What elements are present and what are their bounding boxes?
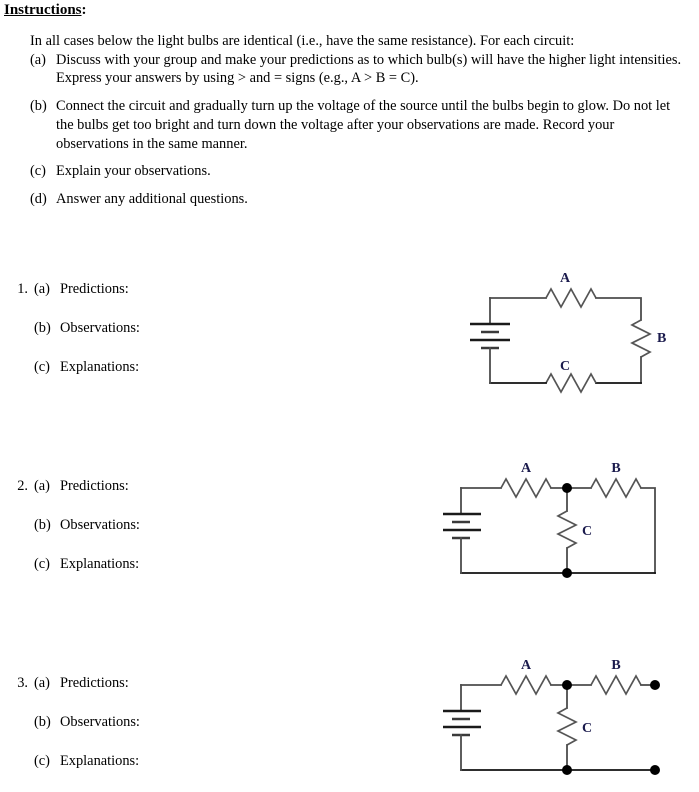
circuit-diagram-3: A B C [443, 652, 698, 792]
exercise-3: 3. (a) Predictions: (b) Observations: (c… [8, 675, 338, 792]
exercise-3-explanations-row: (c) Explanations: [34, 753, 338, 792]
instruction-item-b-marker: (b) [30, 98, 47, 115]
exercise-2-number: 2. [17, 478, 28, 494]
exercise-1-predictions-row: (a) Predictions: [34, 281, 338, 320]
instruction-item-c: (c) Explain your observations. [30, 162, 690, 181]
wire-top-right [595, 297, 642, 321]
bulb-label-b: B [611, 461, 620, 476]
exercise-2-observations-row: (b) Observations: [34, 517, 338, 556]
bulb-label-a: A [521, 461, 532, 476]
instruction-item-a: (a) Discuss with your group and make you… [30, 51, 690, 88]
exercise-3-predictions-label: Predictions: [60, 675, 129, 691]
exercise-3-number: 3. [17, 675, 28, 691]
resistor-a [545, 287, 597, 309]
bulb-label-a: A [560, 271, 571, 286]
bulb-label-c: C [582, 721, 592, 736]
exercise-3-observations-row: (b) Observations: [34, 714, 338, 753]
exercise-3-rows: (a) Predictions: (b) Observations: (c) E… [34, 675, 338, 792]
resistor-a [500, 674, 552, 696]
circuit-diagram-1: A B C [458, 262, 684, 407]
exercise-1-predictions-marker: (a) [34, 281, 50, 297]
circuit-2-svg: A B C [443, 461, 656, 578]
resistor-c [556, 707, 578, 746]
junction-node-bottom [562, 765, 572, 775]
exercise-2-explanations-label: Explanations: [60, 556, 140, 572]
resistor-c [545, 372, 597, 394]
junction-node-bottom [562, 568, 572, 578]
instruction-item-b: (b) Connect the circuit and gradually tu… [30, 97, 690, 153]
page-title-colon: : [81, 2, 87, 18]
bulb-label-c: C [582, 524, 592, 539]
instruction-item-c-text: Explain your observations. [56, 163, 211, 180]
bulb-label-b: B [657, 331, 666, 346]
resistor-b [630, 319, 652, 358]
intro-paragraph: In all cases below the light bulbs are i… [30, 33, 575, 49]
resistor-b [590, 477, 642, 499]
exercise-1-explanations-label: Explanations: [60, 359, 140, 375]
exercise-1: 1. (a) Predictions: (b) Observations: (c… [8, 281, 338, 398]
exercise-3-observations-marker: (b) [34, 714, 51, 730]
exercise-1-observations-row: (b) Observations: [34, 320, 338, 359]
exercise-2: 2. (a) Predictions: (b) Observations: (c… [8, 478, 338, 595]
bulb-label-c: C [560, 359, 570, 374]
resistor-c [556, 510, 578, 549]
instruction-item-a-marker: (a) [30, 51, 46, 68]
exercise-2-observations-marker: (b) [34, 517, 51, 533]
exercise-1-predictions-label: Predictions: [60, 281, 129, 297]
instruction-item-c-marker: (c) [30, 163, 46, 180]
exercise-3-predictions-row: (a) Predictions: [34, 675, 338, 714]
instruction-item-d: (d) Answer any additional questions. [30, 190, 690, 209]
resistor-b [590, 674, 642, 696]
instruction-item-b-text: Connect the circuit and gradually turn u… [56, 98, 671, 152]
exercise-2-predictions-label: Predictions: [60, 478, 129, 494]
instruction-item-d-text: Answer any additional questions. [56, 191, 248, 208]
junction-node-top [562, 680, 572, 690]
circuit-1-svg: A B C [470, 271, 666, 394]
bulb-label-b: B [611, 658, 620, 673]
exercise-1-observations-label: Observations: [60, 320, 140, 336]
page-title: Instructions: [4, 2, 87, 19]
exercise-2-predictions-row: (a) Predictions: [34, 478, 338, 517]
exercise-3-explanations-marker: (c) [34, 753, 50, 769]
exercise-2-predictions-marker: (a) [34, 478, 50, 494]
instruction-item-d-marker: (d) [30, 191, 47, 208]
exercise-2-rows: (a) Predictions: (b) Observations: (c) E… [34, 478, 338, 595]
exercise-3-predictions-marker: (a) [34, 675, 50, 691]
exercise-3-explanations-label: Explanations: [60, 753, 140, 769]
circuit-3-svg: A B C [443, 658, 660, 775]
exercise-1-explanations-marker: (c) [34, 359, 50, 375]
junction-node-top [562, 483, 572, 493]
page-title-text: Instructions [4, 2, 82, 18]
wire-right-side [640, 487, 656, 574]
instructions-block: In all cases below the light bulbs are i… [30, 32, 690, 209]
resistor-a [500, 477, 552, 499]
exercise-3-observations-label: Observations: [60, 714, 140, 730]
exercise-2-observations-label: Observations: [60, 517, 140, 533]
circuit-diagram-2: A B C [443, 455, 688, 595]
exercise-2-explanations-row: (c) Explanations: [34, 556, 338, 595]
open-terminal-bottom [650, 765, 660, 775]
instruction-item-a-text: Discuss with your group and make your pr… [56, 51, 682, 87]
bulb-label-a: A [521, 658, 532, 673]
exercise-1-rows: (a) Predictions: (b) Observations: (c) E… [34, 281, 338, 398]
open-terminal-top [650, 680, 660, 690]
exercise-2-explanations-marker: (c) [34, 556, 50, 572]
exercise-1-number: 1. [17, 281, 28, 297]
exercise-1-explanations-row: (c) Explanations: [34, 359, 338, 398]
exercise-1-observations-marker: (b) [34, 320, 51, 336]
